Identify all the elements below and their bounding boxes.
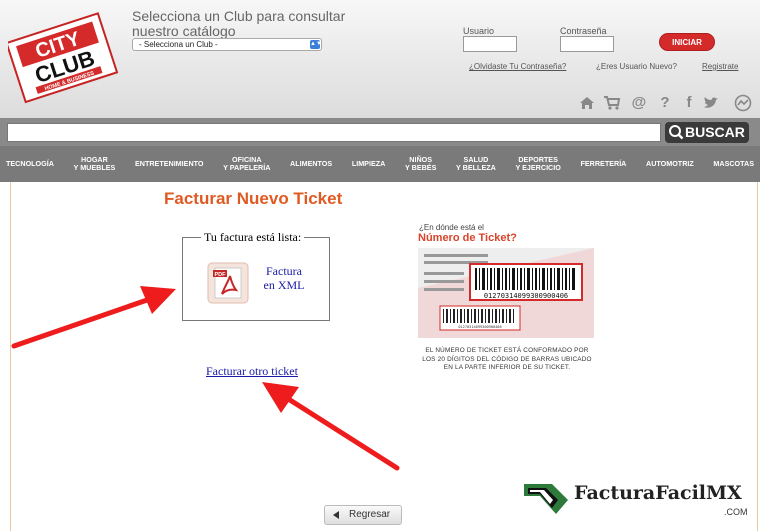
register-link[interactable]: Registrate	[702, 62, 738, 71]
ticket-question-line2: Número de Ticket?	[418, 232, 517, 244]
nav-item-hogar[interactable]: HOGAR Y MUEBLES	[74, 156, 116, 172]
page-title: Facturar Nuevo Ticket	[164, 189, 343, 208]
search-input[interactable]	[7, 123, 661, 142]
usuario-input[interactable]	[463, 36, 517, 52]
search-button[interactable]: BUSCAR	[665, 122, 749, 143]
factura-ready-box: Tu factura está lista: PDF Factura en XM…	[182, 230, 330, 321]
twitter-icon[interactable]	[702, 94, 720, 112]
cart-icon[interactable]	[603, 94, 621, 112]
club-prompt-text: Selecciona un Club para consultar nuestr…	[132, 8, 346, 39]
nav-item-entretenimiento[interactable]: ENTRETENIMIENTO	[135, 160, 204, 168]
nav-item-deportes[interactable]: DEPORTES Y EJERCICIO	[515, 156, 560, 172]
nav-item-mascotas[interactable]: MASCOTAS	[713, 160, 754, 168]
forgot-password-link[interactable]: ¿Olvidaste Tu Contraseña?	[469, 62, 566, 71]
ticket-example-image: 01270314099300900406 0127031409930090040…	[418, 248, 594, 338]
club-select-value: - Selecciona un Club -	[139, 40, 218, 49]
pdf-label: PDF	[215, 272, 227, 278]
ticket-small-number: 01270314099300900406	[458, 325, 501, 329]
watermark-text: FacturaFacilMX	[574, 482, 742, 504]
watermark-suffix: .COM	[724, 507, 748, 517]
watermark-logo-icon	[524, 484, 568, 514]
help-icon[interactable]: ?	[656, 94, 674, 112]
ticket-question-line1: ¿En dónde está el	[419, 223, 484, 232]
at-icon[interactable]: @	[630, 94, 648, 112]
facturar-otro-ticket-link[interactable]: Facturar otro ticket	[206, 364, 298, 379]
category-nav: TECNOLOGÍA HOGAR Y MUEBLES ENTRETENIMIEN…	[0, 146, 760, 182]
nav-item-ferreteria[interactable]: FERRETERÍA	[580, 160, 626, 168]
contrasena-input[interactable]	[560, 36, 614, 52]
select-arrow-icon: ▲▼	[310, 40, 322, 49]
home-icon[interactable]	[578, 94, 596, 112]
club-select[interactable]: - Selecciona un Club - ▲▼	[132, 38, 322, 51]
back-arrow-icon	[333, 511, 339, 519]
ticket-barcode-number: 01270314099300900406	[484, 292, 568, 300]
factura-ready-legend: Tu factura está lista:	[201, 230, 305, 245]
factura-xml-link[interactable]: Factura en XML	[261, 264, 307, 292]
search-button-label: BUSCAR	[685, 124, 745, 140]
social-icon-row: @ ? f	[578, 94, 754, 112]
nav-item-salud[interactable]: SALUD Y BELLEZA	[456, 156, 496, 172]
chat-icon[interactable]	[734, 94, 752, 112]
nav-item-ninos[interactable]: NIÑOS Y BEBÉS	[405, 156, 436, 172]
new-user-link[interactable]: ¿Eres Usuario Nuevo?	[596, 62, 677, 71]
pdf-icon[interactable]: PDF	[205, 260, 251, 306]
city-club-logo[interactable]: CITY CLUB HOME & BUSINESS	[8, 8, 120, 108]
ticket-description: EL NÚMERO DE TICKET ESTÁ CONFORMADO POR …	[422, 347, 592, 371]
facebook-icon[interactable]: f	[680, 94, 698, 112]
contrasena-label: Contraseña	[560, 26, 607, 36]
usuario-label: Usuario	[463, 26, 495, 36]
iniciar-button[interactable]: INICIAR	[659, 33, 715, 51]
site-header: CITY CLUB HOME & BUSINESS Selecciona un …	[0, 0, 760, 118]
regresar-button[interactable]: Regresar	[324, 505, 402, 525]
nav-item-tecnologia[interactable]: TECNOLOGÍA	[6, 160, 54, 168]
nav-item-automotriz[interactable]: AUTOMOTRIZ	[646, 160, 694, 168]
search-bar: BUSCAR	[0, 118, 760, 146]
nav-item-oficina[interactable]: OFICINA Y PAPELERÍA	[223, 156, 270, 172]
regresar-label: Regresar	[349, 509, 391, 520]
search-icon	[669, 125, 684, 140]
nav-item-alimentos[interactable]: ALIMENTOS	[290, 160, 332, 168]
nav-item-limpieza[interactable]: LIMPIEZA	[352, 160, 386, 168]
facturafacil-watermark: FacturaFacilMX .COM	[522, 478, 752, 522]
